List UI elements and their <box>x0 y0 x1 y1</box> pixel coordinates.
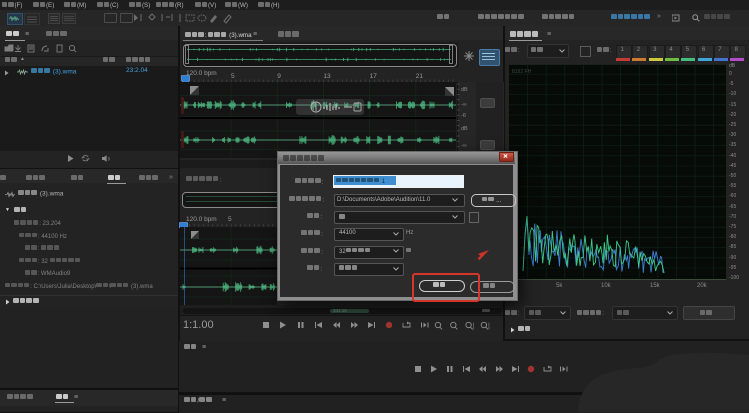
svg-text:17: 17 <box>370 73 378 80</box>
svg-text:13: 13 <box>323 73 331 80</box>
svg-text:5: 5 <box>231 73 235 80</box>
svg-text:21: 21 <box>416 73 424 80</box>
svg-text:9: 9 <box>277 73 281 80</box>
